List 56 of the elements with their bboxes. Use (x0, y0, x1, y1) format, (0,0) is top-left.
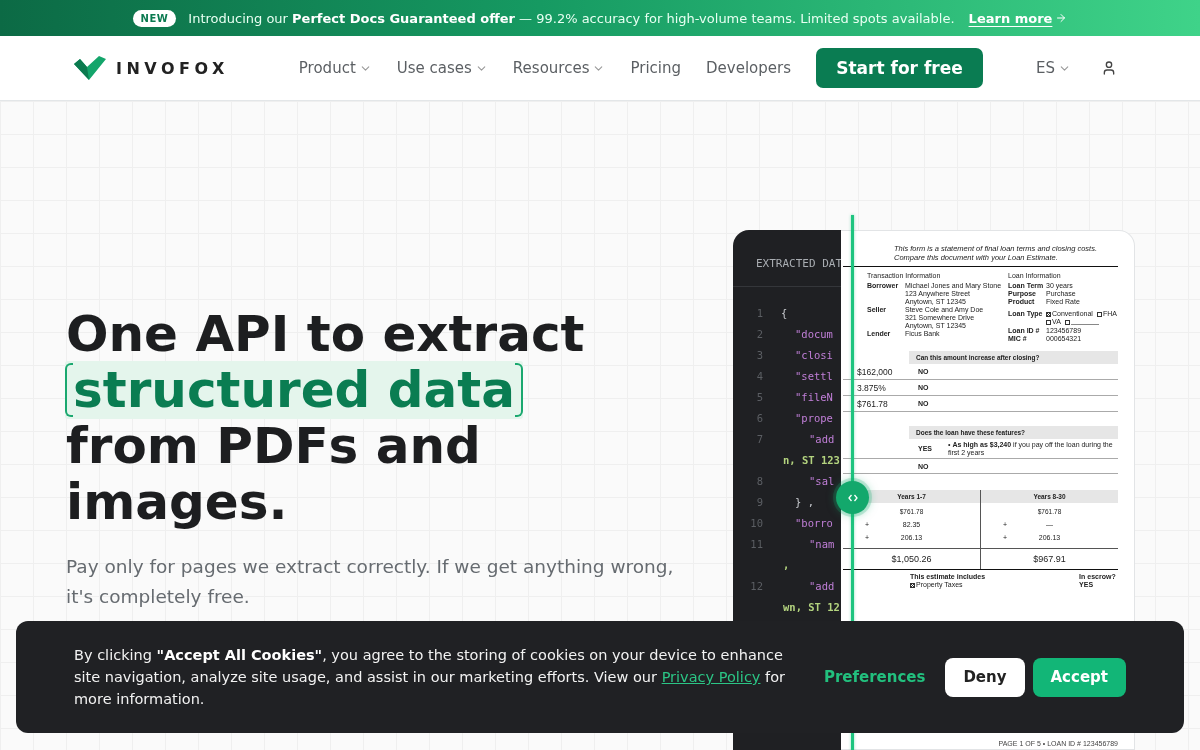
logo-text: INVOFOX (116, 58, 229, 78)
line-number: 2 (755, 327, 763, 342)
arrow-right-icon (1055, 12, 1068, 24)
code-text: "settl (795, 369, 833, 384)
panel-title: EXTRACTED DAT (756, 257, 841, 270)
line-number: 8 (755, 474, 763, 489)
line-number: 11 (749, 537, 763, 552)
line-number: 9 (755, 495, 763, 510)
nav-link[interactable]: Developers (706, 59, 791, 77)
hero-subtitle: Pay only for pages we extract correctly. If we get anything wrong, it's completely free. (66, 555, 675, 609)
code-text: "sal (809, 474, 835, 489)
code-text: wn, ST 12 (783, 601, 840, 613)
code-text: } , (795, 495, 814, 510)
highlighted-heading-text: structured data (65, 361, 523, 419)
cookie-text: By clicking "Accept All Cookies", you agree to the storing of cookies on your device to enhance site navigation, analyze site usage, and assist in our marketing efforts. View our Privacy Policy for more information. (74, 646, 786, 709)
user-icon[interactable] (1101, 60, 1117, 76)
nav-link[interactable]: Use cases (396, 59, 488, 77)
heading-text: images. (66, 473, 288, 531)
line-number: 7 (755, 432, 763, 447)
announcement-text: Introducing our Perfect Docs Guaranteed offer — 99.2% accuracy for high-volume teams. Limited spots available. (188, 10, 955, 26)
code-text: "add (809, 432, 835, 447)
line-number: 4 (755, 369, 763, 384)
payment-total: $1,050.26 (891, 554, 932, 564)
preferences-button[interactable]: Preferences (823, 657, 926, 697)
line-number: 12 (749, 579, 763, 594)
heading-text: One API to extract (66, 305, 585, 363)
payment-total: $967.91 (1033, 554, 1066, 564)
amount-text: $761.78 (857, 398, 888, 409)
line-number: 5 (755, 390, 763, 405)
heading-text: from PDFs and (66, 417, 481, 475)
deny-button[interactable]: Deny (945, 657, 1025, 697)
code-icon (847, 493, 858, 502)
code-text: "closi (795, 348, 833, 363)
nav-link[interactable]: Pricing (630, 59, 682, 77)
code-text: "add (809, 579, 835, 594)
line-number: 1 (755, 306, 763, 321)
logo-icon (74, 56, 106, 80)
line-number: 6 (755, 411, 763, 426)
code-text: "nam (809, 537, 835, 552)
code-text: "prope (795, 411, 833, 426)
language-selector[interactable]: ES (1036, 59, 1071, 77)
amount-text: 3.875% (857, 382, 886, 393)
amount-text: $162,000 (857, 366, 893, 377)
code-text: "fileN (795, 390, 833, 405)
nav-link[interactable]: Resources (512, 59, 606, 77)
line-number: 10 (749, 516, 763, 531)
code-text: { (781, 306, 788, 321)
new-badge: NEW (132, 9, 177, 27)
nav-link[interactable]: Product (298, 59, 372, 77)
privacy-policy-link[interactable]: Privacy Policy (661, 669, 761, 685)
code-text: "borro (795, 516, 833, 531)
line-number: 3 (755, 348, 763, 363)
code-text: , (783, 559, 790, 571)
code-text: n, ST 123 (783, 454, 840, 466)
start-free-button[interactable]: Start for free (816, 48, 983, 88)
code-text: "docum (795, 327, 833, 342)
